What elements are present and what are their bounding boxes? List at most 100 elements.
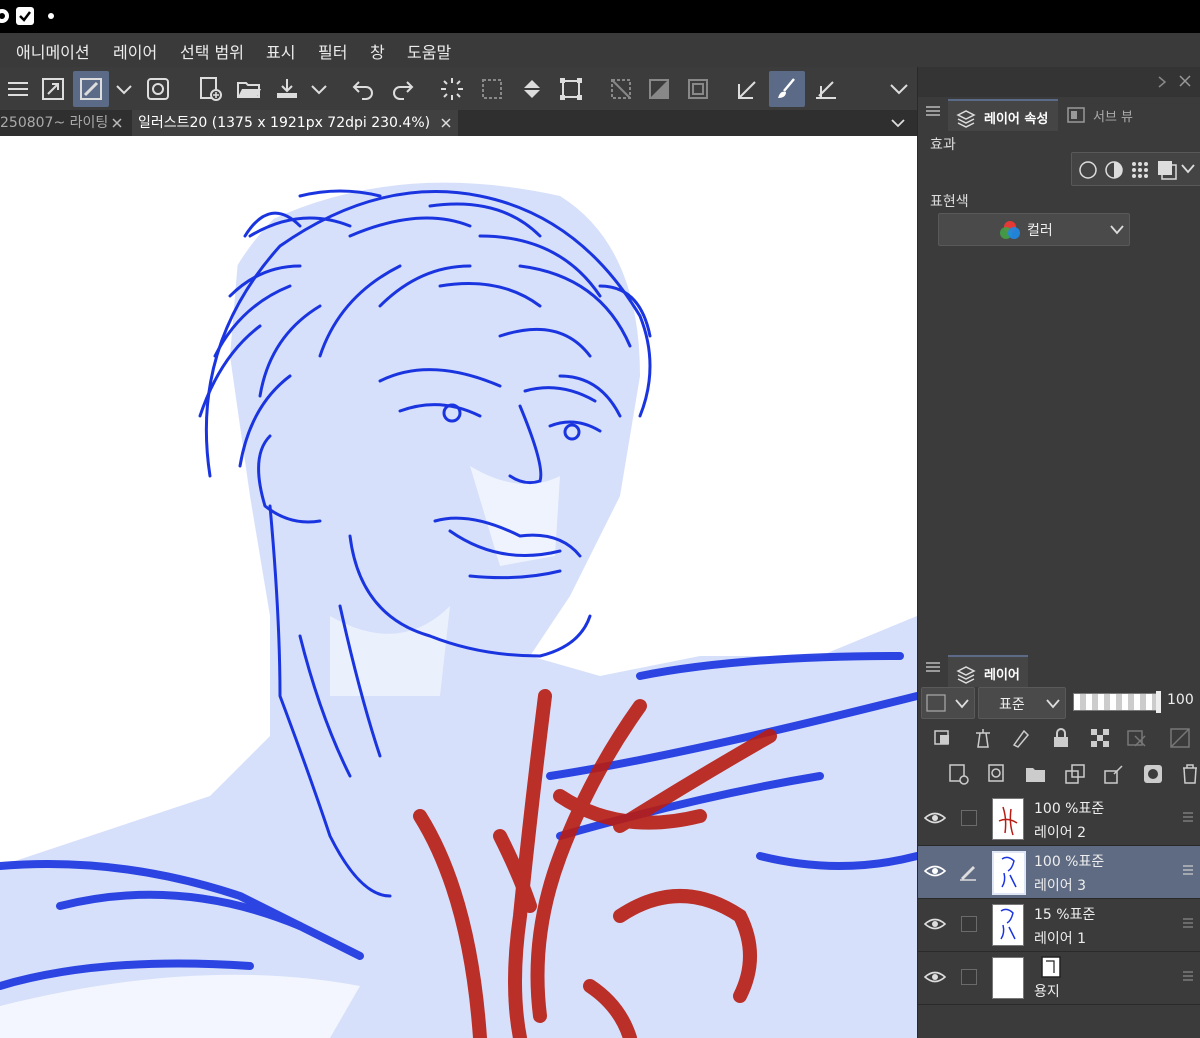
menu-animation[interactable]: 애니메이션 bbox=[16, 39, 90, 63]
effect-label: 효과 bbox=[930, 137, 956, 153]
layer-checkbox[interactable] bbox=[961, 810, 977, 826]
layer-color-picker[interactable] bbox=[921, 687, 975, 719]
circle-effect-icon[interactable] bbox=[1078, 160, 1098, 180]
layer-row-3[interactable]: 100 %표준 레이어 3 bbox=[918, 846, 1200, 899]
drag-handle-icon[interactable] bbox=[1182, 811, 1194, 823]
reference-layer-icon[interactable] bbox=[932, 726, 956, 750]
drag-handle-icon[interactable] bbox=[1182, 917, 1194, 929]
menu-button[interactable] bbox=[0, 71, 36, 107]
eye-icon[interactable] bbox=[924, 968, 946, 986]
ruler-button[interactable] bbox=[730, 71, 766, 107]
tab-lighting[interactable]: 250807~ 라이팅 bbox=[0, 110, 108, 136]
status-bar bbox=[0, 0, 1200, 33]
loading-button[interactable] bbox=[434, 71, 470, 107]
eye-icon[interactable] bbox=[924, 915, 946, 933]
chevron-down-icon[interactable] bbox=[890, 116, 906, 130]
new-raster-layer-icon[interactable] bbox=[947, 762, 971, 786]
export-icon bbox=[277, 79, 297, 98]
layer-mask-icon[interactable] bbox=[1141, 762, 1165, 786]
merge-down-icon[interactable] bbox=[1102, 762, 1126, 786]
menu-help[interactable]: 도움말 bbox=[407, 39, 451, 63]
layer-row-1[interactable]: 15 %표준 레이어 1 bbox=[918, 899, 1200, 952]
layer-name: 레이어 3 bbox=[1034, 878, 1086, 894]
menu-selection[interactable]: 선택 범위 bbox=[180, 39, 244, 63]
clear-selection-button[interactable] bbox=[603, 71, 639, 107]
transform-button[interactable] bbox=[73, 71, 109, 107]
invert-selection-button[interactable] bbox=[641, 71, 677, 107]
new-folder-icon[interactable] bbox=[1024, 762, 1048, 786]
close-icon[interactable] bbox=[1178, 74, 1192, 88]
delete-icon[interactable] bbox=[1178, 762, 1200, 786]
dot-icon bbox=[48, 13, 54, 19]
tab-layer-properties[interactable]: 레이어 속성 bbox=[948, 99, 1058, 131]
lasso-button[interactable] bbox=[140, 71, 176, 107]
menu-bar: 애니메이션 레이어 선택 범위 표시 필터 창 도움말 bbox=[0, 33, 917, 67]
drawing-canvas[interactable] bbox=[0, 136, 917, 1038]
show-selection-button[interactable] bbox=[680, 71, 716, 107]
layer-props-icon bbox=[956, 110, 976, 128]
mask-icon[interactable] bbox=[1168, 726, 1192, 750]
halftone-icon[interactable] bbox=[1130, 160, 1150, 180]
expression-color-value: 컬러 bbox=[1027, 223, 1053, 239]
brush-button[interactable] bbox=[769, 71, 805, 107]
select-button[interactable] bbox=[474, 71, 510, 107]
menu-window[interactable]: 창 bbox=[370, 39, 385, 63]
menu-filter[interactable]: 필터 bbox=[318, 39, 347, 63]
toolbar-expand-button[interactable] bbox=[881, 71, 917, 107]
blend-mode-select[interactable]: 표준 bbox=[978, 687, 1066, 719]
new-canvas-button[interactable] bbox=[192, 71, 228, 107]
layer-mode: 100 %표준 bbox=[1034, 854, 1105, 870]
layer-row-2[interactable]: 100 %표준 레이어 2 bbox=[918, 793, 1200, 846]
layer-name: 레이어 2 bbox=[1034, 825, 1086, 841]
pen-button[interactable] bbox=[808, 71, 844, 107]
resize-button[interactable] bbox=[35, 71, 71, 107]
clipping-icon[interactable] bbox=[1125, 726, 1149, 750]
opacity-slider-handle[interactable] bbox=[1156, 691, 1161, 713]
effect-buttons bbox=[1071, 152, 1200, 186]
layer-color-icon[interactable] bbox=[1156, 159, 1178, 181]
close-icon[interactable] bbox=[111, 117, 123, 129]
crop-icon bbox=[560, 78, 582, 100]
layer-thumbnail bbox=[992, 851, 1026, 895]
dropdown-button[interactable] bbox=[109, 71, 139, 107]
layer-checkbox[interactable] bbox=[961, 969, 977, 985]
hamburger-icon[interactable] bbox=[926, 105, 940, 117]
lock-transparency-icon[interactable] bbox=[1088, 726, 1112, 750]
eye-icon[interactable] bbox=[924, 862, 946, 880]
redo-button[interactable] bbox=[384, 71, 420, 107]
draft-layer-icon[interactable] bbox=[1009, 726, 1033, 750]
tone-effect-icon[interactable] bbox=[1104, 160, 1124, 180]
export-dropdown[interactable] bbox=[304, 71, 334, 107]
pen-ruler-icon bbox=[816, 81, 836, 99]
layers-title: 레이어 bbox=[984, 668, 1020, 683]
drag-handle-icon[interactable] bbox=[1182, 970, 1194, 982]
tab-illustration[interactable]: 일러스트20 (1375 x 1921px 72dpi 230.4%) bbox=[132, 110, 458, 136]
lighthouse-icon[interactable] bbox=[971, 726, 995, 750]
lock-icon[interactable] bbox=[1049, 726, 1073, 750]
close-icon[interactable] bbox=[440, 117, 452, 129]
eye-icon[interactable] bbox=[924, 809, 946, 827]
menu-layer[interactable]: 레이어 bbox=[113, 39, 157, 63]
opacity-slider[interactable] bbox=[1073, 691, 1161, 713]
chevron-right-icon[interactable] bbox=[1156, 75, 1168, 89]
sketch-artwork bbox=[0, 136, 917, 1038]
drag-handle-icon[interactable] bbox=[1182, 864, 1194, 876]
color-swatch-icon bbox=[926, 694, 946, 712]
tab-layers[interactable]: 레이어 bbox=[948, 655, 1028, 687]
opacity-value[interactable]: 100 bbox=[1167, 692, 1194, 708]
open-button[interactable] bbox=[231, 71, 267, 107]
export-button[interactable] bbox=[269, 71, 305, 107]
layer-row-paper[interactable]: 용지 bbox=[918, 952, 1200, 1005]
fill-button[interactable] bbox=[514, 71, 550, 107]
chevron-down-icon[interactable] bbox=[1180, 163, 1196, 175]
transfer-down-icon[interactable] bbox=[1063, 762, 1087, 786]
undo-button[interactable] bbox=[346, 71, 382, 107]
crop-button[interactable] bbox=[553, 71, 589, 107]
menu-view[interactable]: 표시 bbox=[266, 39, 295, 63]
expression-color-select[interactable]: 컬러 bbox=[938, 213, 1130, 246]
hamburger-icon[interactable] bbox=[926, 661, 940, 673]
new-vector-layer-icon[interactable] bbox=[986, 762, 1010, 786]
thumb-blue bbox=[1000, 908, 1016, 940]
layer-checkbox[interactable] bbox=[961, 916, 977, 932]
tab-sub-view[interactable]: 서브 뷰 bbox=[1063, 101, 1148, 129]
